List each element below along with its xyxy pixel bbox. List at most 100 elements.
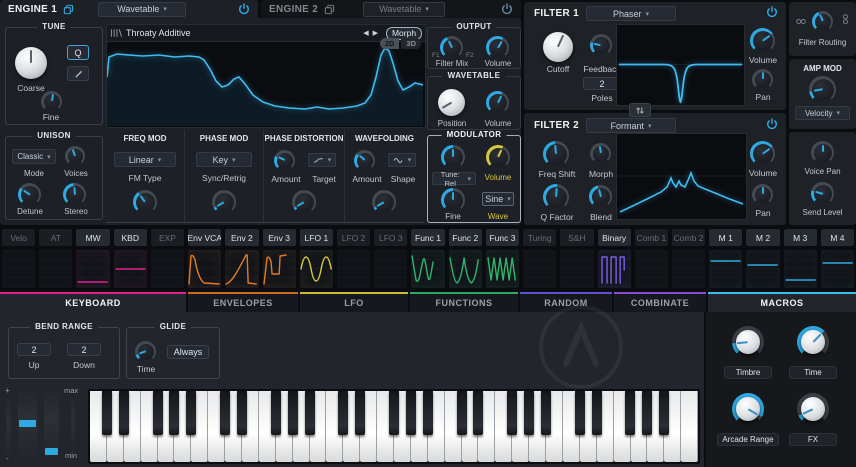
filter2-freq-shift-knob[interactable] <box>543 141 569 167</box>
mod-wheel-thumb[interactable] <box>19 420 36 427</box>
wavefolding-shape-select[interactable] <box>388 153 416 167</box>
mod-tab-m-3[interactable]: M 3 <box>784 229 817 246</box>
mod-cell-s-h[interactable] <box>560 250 593 288</box>
piano-key-black[interactable] <box>423 391 433 435</box>
mod-tab-func-2[interactable]: Func 2 <box>449 229 482 246</box>
engine1-tab[interactable]: ENGINE 1 Wavetable <box>0 0 258 18</box>
filter1-type-select[interactable]: Phaser <box>586 6 676 21</box>
mod-tab-m-4[interactable]: M 4 <box>821 229 854 246</box>
mod-tab-turing[interactable]: Turing <box>523 229 556 246</box>
filter2-morph-knob[interactable] <box>590 143 611 164</box>
filter2-power-icon[interactable] <box>766 118 778 130</box>
mod-cell-env-2[interactable] <box>225 250 258 288</box>
aux-wheel-slider[interactable] <box>44 390 59 458</box>
tab-combinate[interactable]: COMBINATE <box>614 292 706 312</box>
engine2-copy-icon[interactable] <box>324 4 335 15</box>
mod-cell-env-3[interactable] <box>263 250 296 288</box>
glide-time-knob[interactable] <box>135 341 156 362</box>
piano-key-black[interactable] <box>186 391 196 435</box>
mod-tab-comb-2[interactable]: Comb 2 <box>672 229 705 246</box>
filter2-blend-knob[interactable] <box>589 185 612 208</box>
mod-wheel-slider[interactable] <box>18 390 37 458</box>
engine2-tab[interactable]: ENGINE 2 Wavetable <box>261 0 521 18</box>
wavetable-name[interactable]: Throaty Additive <box>126 28 359 38</box>
view-3d-button[interactable]: 3D <box>401 38 421 49</box>
mod-cell-comb-2[interactable] <box>672 250 705 288</box>
mod-cell-exp[interactable] <box>151 250 184 288</box>
mod-tab-func-1[interactable]: Func 1 <box>411 229 444 246</box>
phase-distortion-amount-knob[interactable] <box>274 150 295 171</box>
filter1-power-icon[interactable] <box>766 6 778 18</box>
piano-key-black[interactable] <box>659 391 669 435</box>
quantize-button[interactable]: Q <box>67 45 89 60</box>
piano-key-black[interactable] <box>507 391 517 435</box>
filter-mix-knob[interactable] <box>440 36 463 59</box>
piano-key-white[interactable] <box>681 391 698 462</box>
mod-cell-func-3[interactable] <box>486 250 519 288</box>
engine1-type-select[interactable]: Wavetable <box>98 2 186 17</box>
output-volume-knob[interactable] <box>486 36 509 59</box>
piano-key-black[interactable] <box>575 391 585 435</box>
piano-key-black[interactable] <box>406 391 416 435</box>
modulator-tune-mode-select[interactable]: Tune: Rel <box>432 172 476 185</box>
filter-series-link-button[interactable] <box>629 103 651 117</box>
mod-tab-lfo-3[interactable]: LFO 3 <box>374 229 407 246</box>
amp-mod-source-select[interactable]: Velocity <box>795 106 850 120</box>
pitch-bend-slider[interactable] <box>6 397 11 457</box>
mod-cell-func-1[interactable] <box>411 250 444 288</box>
tab-keyboard[interactable]: KEYBOARD <box>0 292 186 312</box>
piano-key-black[interactable] <box>457 391 467 435</box>
modulator-fine-knob[interactable] <box>441 188 465 212</box>
unison-mode-select[interactable]: Classic <box>12 149 56 164</box>
piano-key-black[interactable] <box>153 391 163 435</box>
glide-mode-button[interactable]: Always <box>167 345 209 359</box>
amp-mod-knob[interactable] <box>809 76 836 103</box>
macro-knob-fx[interactable] <box>797 393 829 425</box>
mod-tab-env-2[interactable]: Env 2 <box>225 229 258 246</box>
piano-key-black[interactable] <box>169 391 179 435</box>
unison-stereo-knob[interactable] <box>63 183 86 206</box>
engine2-type-select[interactable]: Wavetable <box>363 2 445 17</box>
wavefolding-depth-knob[interactable] <box>372 190 396 214</box>
mod-cell-lfo-3[interactable] <box>374 250 407 288</box>
mod-tab-lfo-1[interactable]: LFO 1 <box>300 229 333 246</box>
aux-wheel-thumb[interactable] <box>45 448 58 455</box>
macro-knob-timbre[interactable] <box>732 326 764 358</box>
mod-cell-m-3[interactable] <box>784 250 817 288</box>
piano-key-black[interactable] <box>541 391 551 435</box>
bend-down-value[interactable]: 2 <box>67 343 101 356</box>
filter-routing-knob[interactable] <box>812 11 833 32</box>
phase-mod-amount-knob[interactable] <box>212 190 236 214</box>
mod-tab-exp[interactable]: EXP <box>151 229 184 246</box>
mod-cell-env-vca[interactable] <box>188 250 221 288</box>
fm-type-select[interactable]: Linear <box>114 152 176 167</box>
mod-cell-m-1[interactable] <box>709 250 742 288</box>
mod-tab-m-1[interactable]: M 1 <box>709 229 742 246</box>
mod-tab-binary[interactable]: Binary <box>598 229 631 246</box>
wavefolding-amount-knob[interactable] <box>354 150 375 171</box>
mod-cell-comb-1[interactable] <box>635 250 668 288</box>
mod-cell-mw[interactable] <box>76 250 109 288</box>
mod-tab-func-3[interactable]: Func 3 <box>486 229 519 246</box>
mod-cell-m-4[interactable] <box>821 250 854 288</box>
filter1-volume-knob[interactable] <box>750 28 775 53</box>
edit-tune-button[interactable] <box>67 66 89 81</box>
voice-pan-knob[interactable] <box>811 141 834 164</box>
macro-knob-time[interactable] <box>797 326 829 358</box>
macro-knob-arcade-range[interactable] <box>732 393 764 425</box>
tab-functions[interactable]: FUNCTIONS <box>410 292 518 312</box>
mod-tab-m-2[interactable]: M 2 <box>746 229 779 246</box>
piano-key-black[interactable] <box>271 391 281 435</box>
engine2-power-icon[interactable] <box>501 3 513 15</box>
phase-mod-sync-select[interactable]: Key <box>196 152 252 167</box>
mod-tab-kbd[interactable]: KBD <box>114 229 147 246</box>
piano-key-black[interactable] <box>220 391 230 435</box>
filter2-volume-knob[interactable] <box>750 141 775 166</box>
mod-cell-m-2[interactable] <box>746 250 779 288</box>
freq-mod-amount-knob[interactable] <box>133 190 157 214</box>
mod-cell-kbd[interactable] <box>114 250 147 288</box>
piano-key-black[interactable] <box>642 391 652 435</box>
view-2d-button[interactable]: 2D <box>380 38 400 49</box>
phase-distortion-depth-knob[interactable] <box>292 190 316 214</box>
range-slider[interactable] <box>71 398 75 450</box>
